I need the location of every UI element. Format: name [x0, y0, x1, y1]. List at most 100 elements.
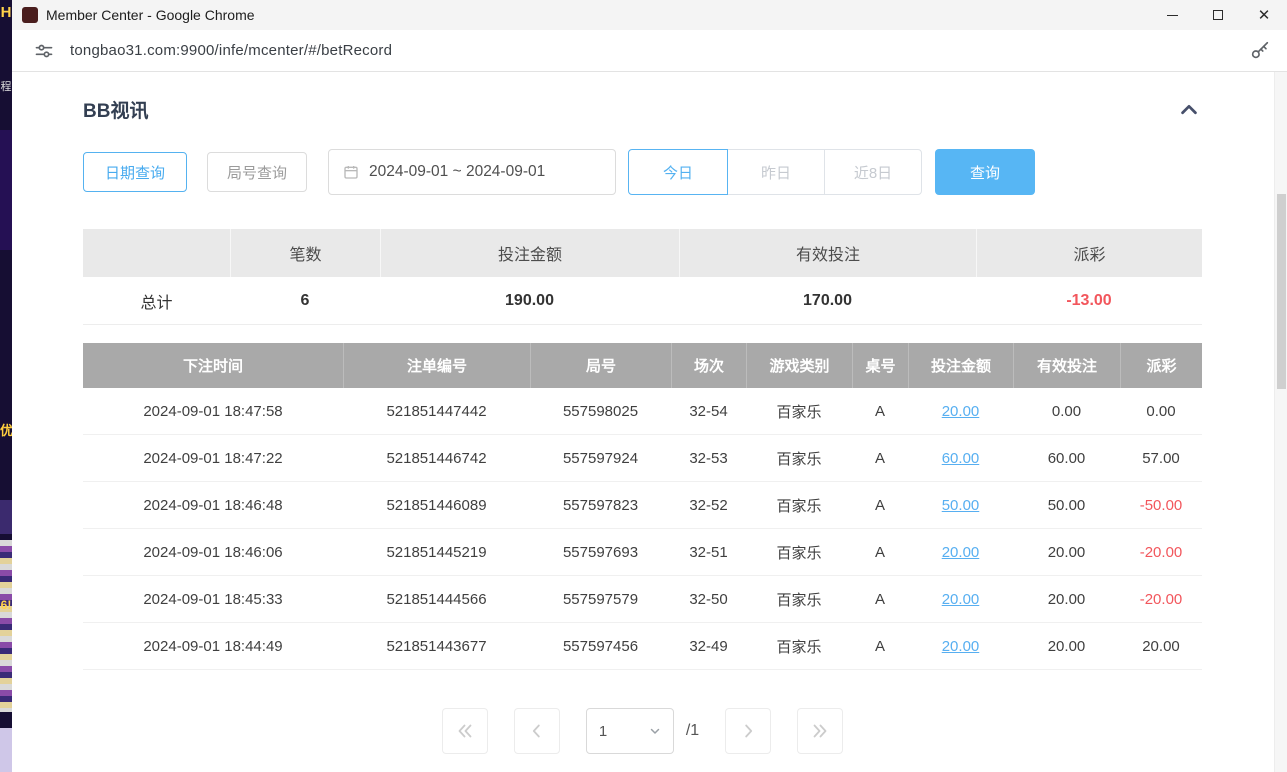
header-round-no: 局号 — [530, 343, 671, 388]
quick-date-group: 今日 昨日 近8日 — [628, 149, 922, 195]
bet-amount-cell: 20.00 — [908, 623, 1013, 669]
background-block — [0, 130, 12, 250]
round-no-cell: 557597924 — [530, 435, 671, 481]
background-page-strip: H 程 优 6! — [0, 0, 12, 772]
bet-amount-link[interactable]: 20.00 — [942, 544, 980, 561]
table-row: 2024-09-01 18:47:22 521851446742 5575979… — [83, 435, 1202, 482]
background-image-edge — [0, 540, 12, 712]
bet-no-cell: 521851443677 — [343, 623, 530, 669]
last-8-days-button[interactable]: 近8日 — [824, 149, 922, 195]
password-key-icon[interactable] — [1249, 40, 1271, 62]
table-row: 2024-09-01 18:46:48 521851446089 5575978… — [83, 482, 1202, 529]
yesterday-button[interactable]: 昨日 — [727, 149, 825, 195]
game-type-cell: 百家乐 — [746, 623, 852, 669]
bet-no-cell: 521851446089 — [343, 482, 530, 528]
summary-header-row: 笔数 投注金额 有效投注 派彩 — [83, 229, 1202, 277]
background-fragment: 程 — [0, 78, 12, 94]
summary-count-value: 6 — [230, 277, 380, 324]
bet-amount-cell: 20.00 — [908, 529, 1013, 575]
summary-payout-value: -13.00 — [976, 277, 1202, 324]
url-input[interactable]: tongbao31.com:9900/infe/mcenter/#/betRec… — [70, 42, 392, 59]
bet-amount-link[interactable]: 20.00 — [942, 638, 980, 655]
summary-header-bet-amount: 投注金额 — [380, 229, 679, 277]
bet-time-cell: 2024-09-01 18:46:06 — [83, 529, 343, 575]
today-button[interactable]: 今日 — [628, 149, 728, 195]
game-type-cell: 百家乐 — [746, 388, 852, 434]
session-cell: 32-50 — [671, 576, 746, 622]
table-no-cell: A — [852, 435, 908, 481]
page-number-value: 1 — [599, 723, 607, 740]
bet-time-cell: 2024-09-01 18:47:58 — [83, 388, 343, 434]
game-type-cell: 百家乐 — [746, 529, 852, 575]
bet-record-table: 下注时间 注单编号 局号 场次 游戏类别 桌号 投注金额 有效投注 派彩 202… — [83, 343, 1202, 670]
date-query-tab[interactable]: 日期查询 — [83, 152, 187, 192]
header-valid-bet: 有效投注 — [1013, 343, 1120, 388]
valid-bet-cell: 20.00 — [1013, 529, 1120, 575]
table-no-cell: A — [852, 388, 908, 434]
bet-amount-cell: 20.00 — [908, 388, 1013, 434]
session-cell: 32-51 — [671, 529, 746, 575]
bet-amount-link[interactable]: 20.00 — [942, 403, 980, 420]
date-range-input[interactable]: 2024-09-01 ~ 2024-09-01 — [328, 149, 616, 195]
first-page-button[interactable] — [442, 708, 488, 754]
game-type-cell: 百家乐 — [746, 576, 852, 622]
page-scrollbar[interactable] — [1274, 72, 1287, 772]
bet-time-cell: 2024-09-01 18:45:33 — [83, 576, 343, 622]
double-chevron-right-icon — [809, 720, 831, 742]
round-no-cell: 557597579 — [530, 576, 671, 622]
background-block — [0, 728, 12, 772]
minimize-icon — [1167, 15, 1178, 16]
session-cell: 32-52 — [671, 482, 746, 528]
filter-bar: 日期查询 局号查询 2024-09-01 ~ 2024-09-01 今日 昨日 — [83, 149, 1202, 195]
header-bet-no: 注单编号 — [343, 343, 530, 388]
calendar-icon — [343, 164, 359, 180]
table-row: 2024-09-01 18:47:58 521851447442 5575980… — [83, 388, 1202, 435]
minimize-button[interactable] — [1149, 0, 1195, 30]
prev-page-button[interactable] — [514, 708, 560, 754]
collapse-button[interactable] — [1176, 97, 1202, 123]
bet-time-cell: 2024-09-01 18:44:49 — [83, 623, 343, 669]
bet-time-cell: 2024-09-01 18:47:22 — [83, 435, 343, 481]
scrollbar-thumb[interactable] — [1277, 194, 1286, 389]
next-page-button[interactable] — [725, 708, 771, 754]
bet-amount-link[interactable]: 50.00 — [942, 497, 980, 514]
game-type-cell: 百家乐 — [746, 435, 852, 481]
page-number-select[interactable]: 1 — [586, 708, 674, 754]
valid-bet-cell: 50.00 — [1013, 482, 1120, 528]
header-bet-amount: 投注金额 — [908, 343, 1013, 388]
chevron-down-icon — [649, 725, 661, 737]
search-button[interactable]: 查询 — [935, 149, 1035, 195]
bet-no-cell: 521851447442 — [343, 388, 530, 434]
summary-bet-amount-value: 190.00 — [380, 277, 679, 324]
bet-amount-link[interactable]: 60.00 — [942, 450, 980, 467]
valid-bet-cell: 20.00 — [1013, 623, 1120, 669]
chevron-left-icon — [526, 720, 548, 742]
table-no-cell: A — [852, 529, 908, 575]
background-fragment: 6! — [0, 598, 12, 612]
bet-time-cell: 2024-09-01 18:46:48 — [83, 482, 343, 528]
site-favicon — [22, 7, 38, 23]
payout-cell: 57.00 — [1120, 435, 1202, 481]
table-row: 2024-09-01 18:45:33 521851444566 5575975… — [83, 576, 1202, 623]
payout-cell: -20.00 — [1120, 529, 1202, 575]
background-fragment: H — [0, 4, 12, 21]
session-cell: 32-49 — [671, 623, 746, 669]
close-button[interactable]: ✕ — [1241, 0, 1287, 30]
session-cell: 32-53 — [671, 435, 746, 481]
round-query-tab[interactable]: 局号查询 — [207, 152, 307, 192]
double-chevron-left-icon — [454, 720, 476, 742]
site-settings-icon[interactable] — [34, 41, 54, 61]
maximize-button[interactable] — [1195, 0, 1241, 30]
page-total-label: /1 — [686, 722, 699, 740]
summary-total-label: 总计 — [83, 277, 230, 324]
last-page-button[interactable] — [797, 708, 843, 754]
summary-header-payout: 派彩 — [976, 229, 1202, 277]
payout-cell: -20.00 — [1120, 576, 1202, 622]
background-block — [0, 500, 12, 534]
bet-no-cell: 521851444566 — [343, 576, 530, 622]
bet-amount-link[interactable]: 20.00 — [942, 591, 980, 608]
maximize-icon — [1213, 10, 1223, 20]
summary-header-valid-bet: 有效投注 — [679, 229, 976, 277]
round-no-cell: 557597693 — [530, 529, 671, 575]
bet-no-cell: 521851446742 — [343, 435, 530, 481]
